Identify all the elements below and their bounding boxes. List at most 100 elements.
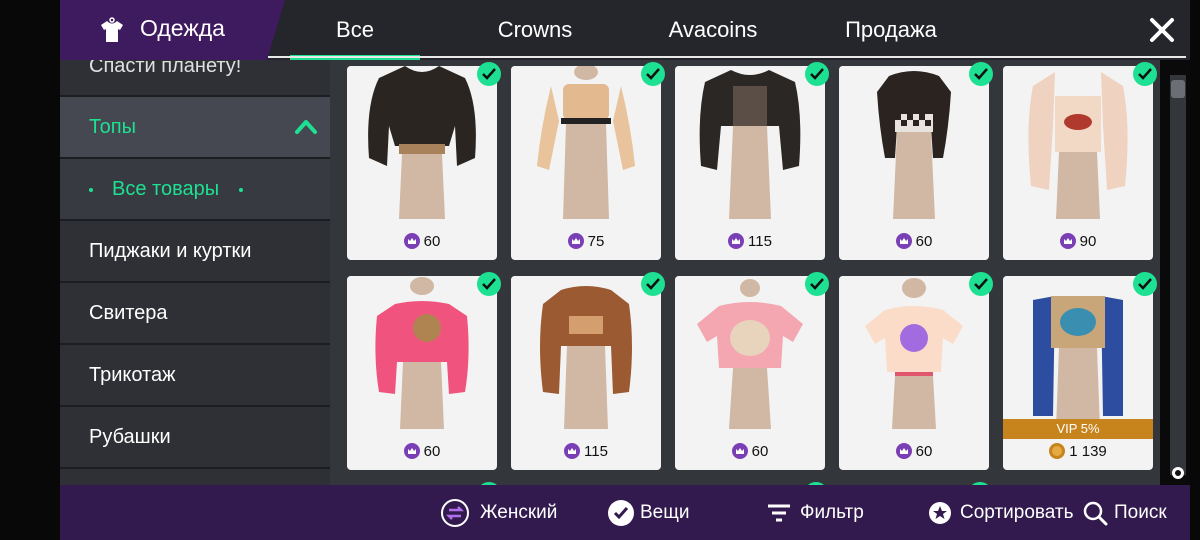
item-price: 115 — [511, 443, 661, 460]
owned-check-icon — [641, 62, 665, 86]
sidebar-item-jackets[interactable]: Пиджаки и куртки — [60, 221, 330, 283]
search-button[interactable]: Поиск — [1082, 485, 1192, 540]
sidebar-item-label: Свитера — [89, 302, 168, 324]
crown-icon — [1059, 233, 1076, 249]
item-price: 115 — [675, 233, 825, 250]
sidebar-item-sweaters[interactable]: Свитера — [60, 283, 330, 345]
item-image — [1003, 66, 1153, 219]
sidebar: Спасти планету! Топы Все товары Пиджаки … — [60, 60, 330, 485]
sidebar-item-all-goods[interactable]: Все товары — [60, 159, 330, 221]
category-title: Одежда — [60, 0, 285, 60]
sidebar-section-label: Топы — [89, 116, 136, 138]
item-price: 60 — [347, 443, 497, 460]
sidebar-section-tops[interactable]: Топы — [60, 97, 330, 159]
item-card[interactable]: 60 — [347, 62, 501, 260]
owned-check-icon — [1133, 272, 1157, 296]
item-price: 60 — [675, 443, 825, 460]
sort-button[interactable]: Сортировать — [926, 485, 1076, 540]
bullet-icon — [239, 188, 243, 192]
tab-sale[interactable]: Продажа — [826, 0, 956, 60]
crown-icon — [403, 233, 420, 249]
item-image — [347, 66, 497, 219]
item-card[interactable]: 60 — [675, 272, 829, 470]
item-price: 60 — [347, 233, 497, 250]
item-card[interactable]: 60 — [347, 272, 501, 470]
items-grid: 60 75 115 60 90 60 115 60 60 VIP 5% 1 13… — [330, 60, 1160, 485]
item-card[interactable]: VIP 5% 1 139 — [1003, 272, 1157, 470]
item-image — [839, 276, 989, 429]
item-image — [839, 66, 989, 219]
crown-icon — [728, 233, 745, 249]
item-price: 90 — [1003, 233, 1153, 250]
item-card[interactable]: 60 — [839, 272, 993, 470]
scrollbar-track[interactable] — [1170, 75, 1186, 475]
sidebar-item-shirts[interactable]: Рубашки — [60, 407, 330, 469]
bullet-icon — [89, 188, 93, 192]
sidebar-item-save-planet[interactable]: Спасти планету! — [60, 60, 330, 97]
tab-avacoins[interactable]: Avacoins — [648, 0, 778, 60]
filter-icon — [768, 504, 790, 522]
item-image — [675, 276, 825, 429]
chevron-up-icon — [295, 120, 317, 134]
page-title: Одежда — [140, 15, 225, 41]
sidebar-item-more[interactable] — [60, 469, 330, 485]
check-circle-icon — [608, 500, 634, 526]
gender-label: Женский — [480, 502, 558, 523]
item-price: 1 139 — [1003, 443, 1153, 460]
left-frame — [0, 0, 60, 540]
owned-check-icon — [805, 62, 829, 86]
right-frame — [1190, 0, 1200, 540]
gender-swap-icon — [441, 499, 469, 527]
crown-icon — [895, 233, 912, 249]
item-image — [675, 66, 825, 219]
sidebar-item-label: Все товары — [112, 178, 220, 200]
item-card[interactable]: 115 — [675, 62, 829, 260]
gender-toggle-button[interactable]: Женский — [440, 485, 580, 540]
sidebar-item-label: Пиджаки и куртки — [89, 240, 252, 262]
sort-star-icon — [929, 502, 951, 524]
close-icon[interactable] — [1140, 8, 1184, 52]
item-card[interactable]: 115 — [511, 272, 665, 470]
filter-button[interactable]: Фильтр — [766, 485, 886, 540]
owned-check-icon — [477, 62, 501, 86]
sort-label: Сортировать — [960, 502, 1074, 523]
sidebar-item-label: Спасти планету! — [89, 60, 242, 77]
owned-check-icon — [969, 62, 993, 86]
scrollbar-thumb[interactable] — [1171, 80, 1185, 98]
tab-all[interactable]: Все — [290, 0, 420, 60]
item-image — [347, 276, 497, 429]
item-price: 75 — [511, 233, 661, 250]
item-image — [1003, 276, 1153, 429]
search-icon — [1083, 501, 1108, 526]
item-image — [511, 276, 661, 429]
vip-discount-badge: VIP 5% — [1003, 419, 1153, 439]
tab-underline — [268, 56, 1186, 58]
crown-icon — [731, 443, 748, 459]
sidebar-item-label: Трикотаж — [89, 364, 176, 386]
avacoin-icon — [1049, 443, 1066, 459]
item-card[interactable]: 75 — [511, 62, 665, 260]
crown-icon — [403, 443, 420, 459]
owned-check-icon — [1133, 62, 1157, 86]
items-label: Вещи — [640, 502, 690, 523]
item-price: 60 — [839, 443, 989, 460]
crown-icon — [564, 443, 581, 459]
item-image — [511, 66, 661, 219]
item-card[interactable]: 60 — [839, 62, 993, 260]
item-price: 60 — [839, 233, 989, 250]
owned-check-icon — [805, 272, 829, 296]
filter-label: Фильтр — [800, 502, 864, 523]
scroll-end-icon — [1172, 467, 1184, 479]
sidebar-item-label: Рубашки — [89, 426, 171, 448]
owned-check-icon — [641, 272, 665, 296]
search-label: Поиск — [1114, 502, 1167, 523]
crown-icon — [567, 233, 584, 249]
crown-icon — [895, 443, 912, 459]
item-card[interactable]: 90 — [1003, 62, 1157, 260]
sidebar-item-knitwear[interactable]: Трикотаж — [60, 345, 330, 407]
owned-check-icon — [969, 272, 993, 296]
tab-crowns[interactable]: Crowns — [470, 0, 600, 60]
items-button[interactable]: Вещи — [606, 485, 716, 540]
owned-check-icon — [477, 272, 501, 296]
bottom-toolbar: Женский Вещи Фильтр Сортировать Поиск — [60, 485, 1190, 540]
